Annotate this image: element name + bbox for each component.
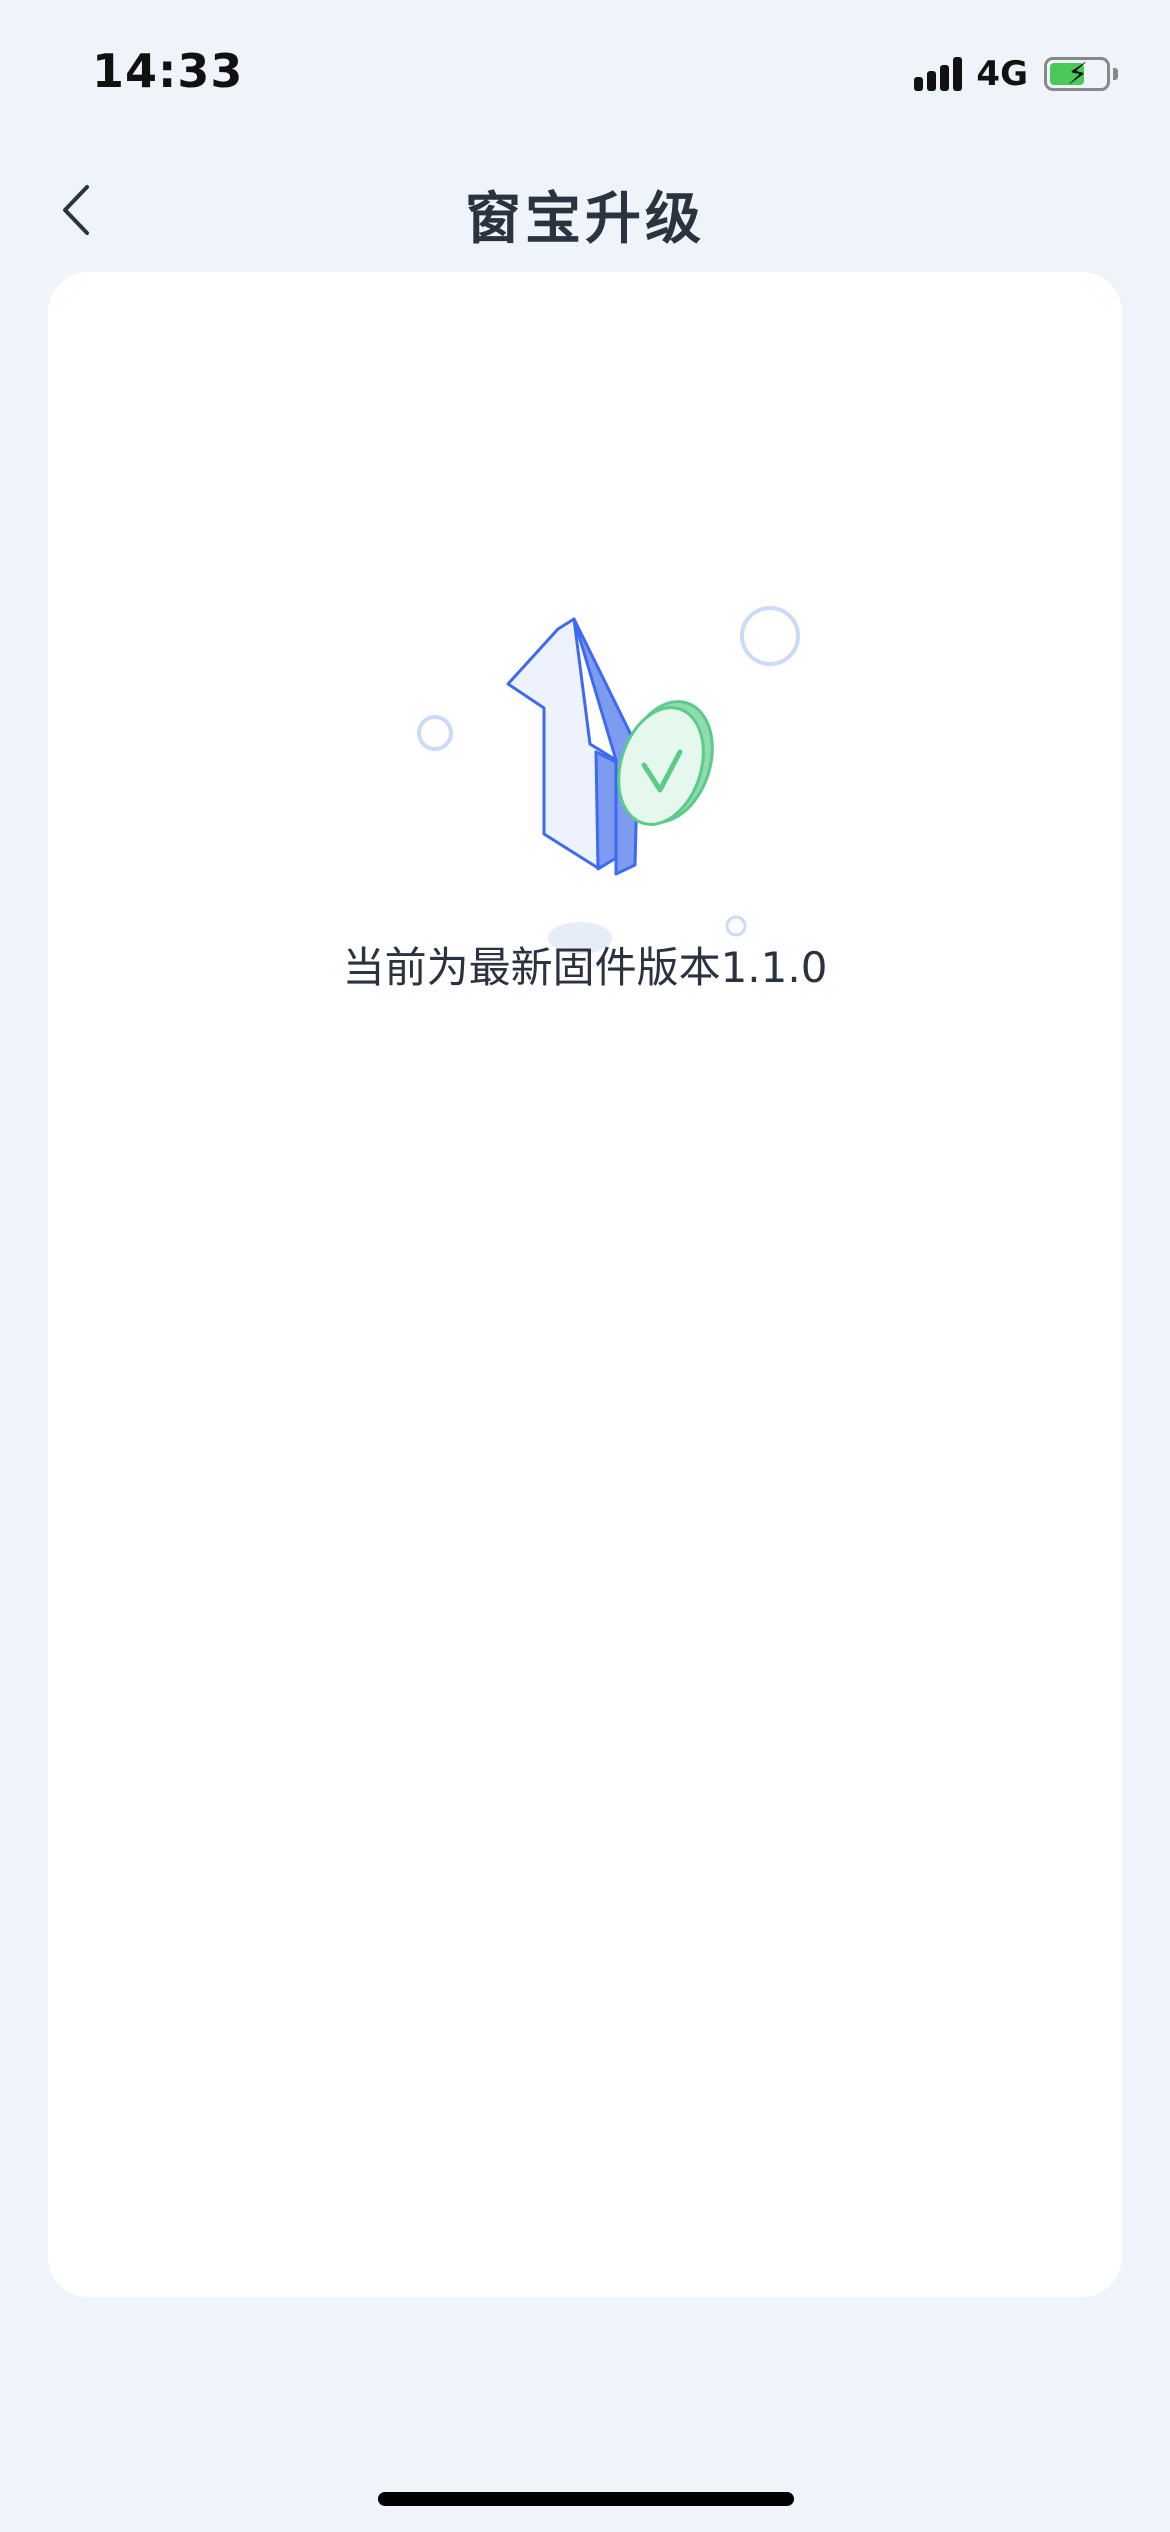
nav-bar: 窗宝升级 xyxy=(0,150,1170,270)
status-time: 14:33 xyxy=(92,44,244,98)
screen: 14:33 4G ⚡ 窗宝升级 当前为最新固件版本1.1.0 xyxy=(0,0,1170,2532)
page-title: 窗宝升级 xyxy=(465,187,705,252)
status-bar: 14:33 4G ⚡ xyxy=(0,0,1170,150)
status-indicators: 4G ⚡ xyxy=(914,52,1118,96)
network-label: 4G xyxy=(976,54,1028,94)
signal-icon xyxy=(914,57,963,91)
battery-charging-icon: ⚡ xyxy=(1044,57,1110,92)
content-card: 当前为最新固件版本1.1.0 xyxy=(48,272,1122,2297)
home-indicator[interactable] xyxy=(378,2492,794,2506)
battery-cap xyxy=(1113,68,1118,80)
firmware-version-message: 当前为最新固件版本1.1.0 xyxy=(342,943,828,992)
